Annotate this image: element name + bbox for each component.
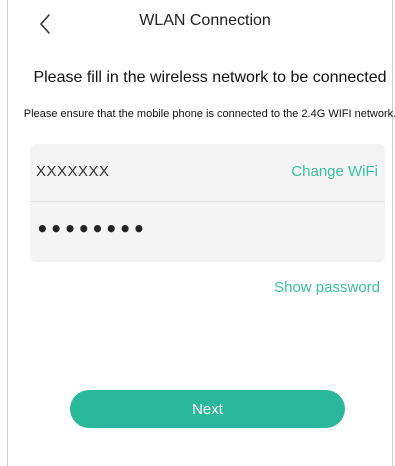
password-field[interactable]: •••••••• <box>36 217 146 241</box>
next-button[interactable]: Next <box>70 390 345 428</box>
ssid-row: XXXXXXX Change WiFi <box>30 144 385 200</box>
instruction-note: Please ensure that the mobile phone is c… <box>23 108 395 120</box>
wlan-connection-screen: WLAN Connection Please fill in the wirel… <box>0 0 395 466</box>
form-divider <box>30 201 385 202</box>
next-button-label: Next <box>192 400 223 418</box>
show-password-toggle[interactable]: Show password <box>274 279 380 296</box>
frame-border-left <box>7 0 8 466</box>
wifi-form-panel: XXXXXXX Change WiFi •••••••• <box>30 144 385 262</box>
password-row: •••••••• <box>30 203 385 259</box>
ssid-field[interactable]: XXXXXXX <box>36 163 110 180</box>
change-wifi-link[interactable]: Change WiFi <box>291 163 378 180</box>
instruction-headline: Please fill in the wireless network to b… <box>33 69 387 86</box>
page-title: WLAN Connection <box>139 12 271 29</box>
